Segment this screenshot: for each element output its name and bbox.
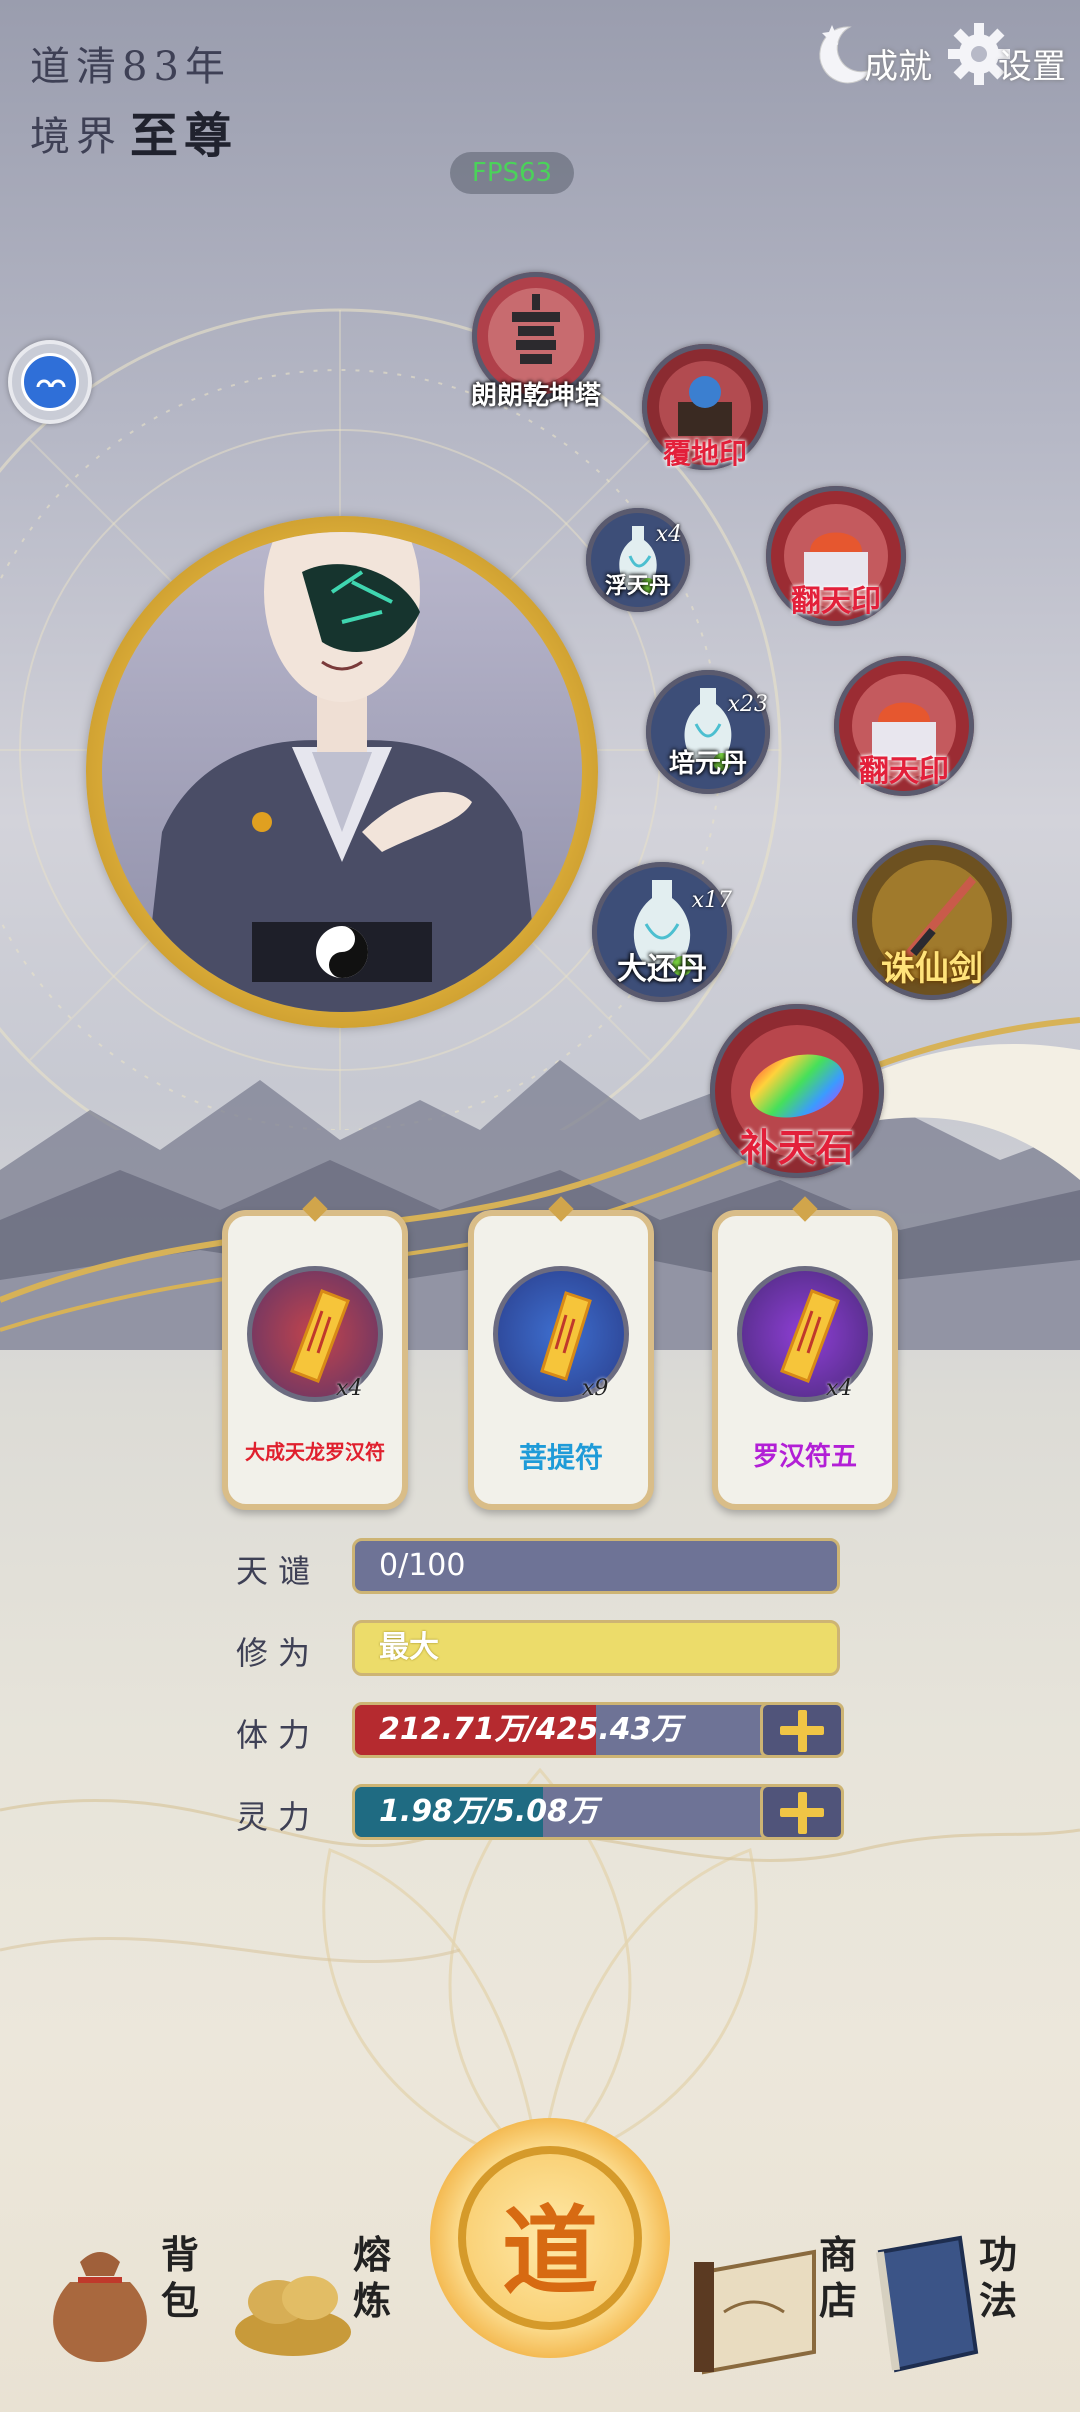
talisman-card[interactable]: x9 菩提符: [468, 1196, 654, 1510]
item-name: 覆地印: [662, 437, 747, 470]
xiuwei-bar: 最大: [352, 1620, 840, 1676]
talisman-name: 菩提符: [518, 1441, 603, 1474]
item-name: 诛仙剑: [881, 949, 983, 989]
tianqian-value: 0/100: [379, 1548, 466, 1583]
lingli-label: 灵力: [236, 1798, 321, 1836]
nav-skills-label: 功法: [978, 2232, 1017, 2323]
item-orb[interactable]: 诛仙剑: [852, 840, 1012, 1000]
item-orb[interactable]: x17 大还丹: [592, 862, 732, 1002]
achievements-button[interactable]: 成就: [810, 14, 932, 94]
item-orb[interactable]: x4 浮天丹: [586, 508, 690, 612]
tili-value: 212.71万/425.43万: [379, 1712, 682, 1747]
talisman-card[interactable]: x4 罗汉符五: [712, 1196, 898, 1510]
item-name: 大还丹: [617, 952, 707, 987]
item-orb[interactable]: x23 培元丹: [646, 670, 770, 794]
item-orb[interactable]: 朗朗乾坤塔: [471, 272, 601, 411]
character-portrait[interactable]: [86, 516, 598, 1028]
dao-cultivate-button[interactable]: 道: [430, 2118, 670, 2358]
achievements-label: 成就: [864, 46, 932, 87]
assistant-bubble-button[interactable]: [8, 340, 92, 424]
book-icon: [876, 2235, 979, 2373]
nav-skills[interactable]: 功法: [860, 2232, 1040, 2392]
item-name: 翻天印: [859, 754, 949, 789]
realm-label: 境界: [30, 114, 122, 160]
nav-shop[interactable]: 商店: [694, 2232, 864, 2392]
nav-bag[interactable]: 背包: [40, 2232, 200, 2392]
tili-label: 体力: [236, 1716, 321, 1754]
talisman-name: 罗汉符五: [752, 1442, 857, 1472]
monk-character-illustration: [142, 532, 542, 1012]
game-year: 道清83年: [30, 44, 231, 90]
smelting-ingot-icon: [235, 2276, 351, 2356]
item-count: x4: [655, 522, 682, 547]
tianqian-label: 天谴: [236, 1552, 321, 1590]
tili-add-button[interactable]: [760, 1702, 844, 1758]
nav-shop-label: 商店: [818, 2232, 857, 2323]
talisman-count: x4: [826, 1376, 853, 1401]
item-orb[interactable]: 覆地印: [642, 344, 768, 470]
map-scroll-icon: [694, 2249, 816, 2375]
settings-label: 设置: [998, 46, 1066, 87]
talisman-count: x9: [582, 1376, 609, 1401]
nav-smelt-label: 熔炼: [352, 2232, 391, 2323]
dao-character: 道: [502, 2195, 598, 2308]
xiuwei-label: 修为: [236, 1634, 321, 1672]
talisman-name: 大成天龙罗汉符: [245, 1440, 385, 1464]
fps-counter: FPS63: [450, 152, 574, 194]
nav-bag-label: 背包: [160, 2232, 199, 2323]
lingli-add-button[interactable]: [760, 1784, 844, 1840]
item-name: 补天石: [739, 1125, 854, 1170]
item-name: 朗朗乾坤塔: [470, 381, 601, 411]
nav-smelt[interactable]: 熔炼: [228, 2232, 391, 2392]
realm-value: 至尊: [130, 108, 239, 164]
talisman-card[interactable]: x4 大成天龙罗汉符: [222, 1196, 408, 1510]
item-orb[interactable]: 补天石: [710, 1004, 884, 1178]
chat-face-icon: [36, 379, 66, 388]
item-name: 培元丹: [668, 749, 747, 779]
item-count: x23: [727, 692, 768, 717]
talisman-count: x4: [336, 1376, 363, 1401]
tianqian-bar: 0/100: [352, 1538, 840, 1594]
bag-icon: [53, 2252, 147, 2362]
lingli-value: 1.98万/5.08万: [379, 1794, 598, 1829]
item-name: 翻天印: [791, 584, 881, 619]
item-count: x17: [691, 888, 732, 913]
item-name: 浮天丹: [604, 573, 671, 599]
item-orb[interactable]: 翻天印: [834, 656, 974, 796]
item-orb[interactable]: 翻天印: [766, 486, 906, 626]
settings-button[interactable]: 设置: [944, 14, 1066, 94]
xiuwei-value: 最大: [379, 1630, 439, 1665]
